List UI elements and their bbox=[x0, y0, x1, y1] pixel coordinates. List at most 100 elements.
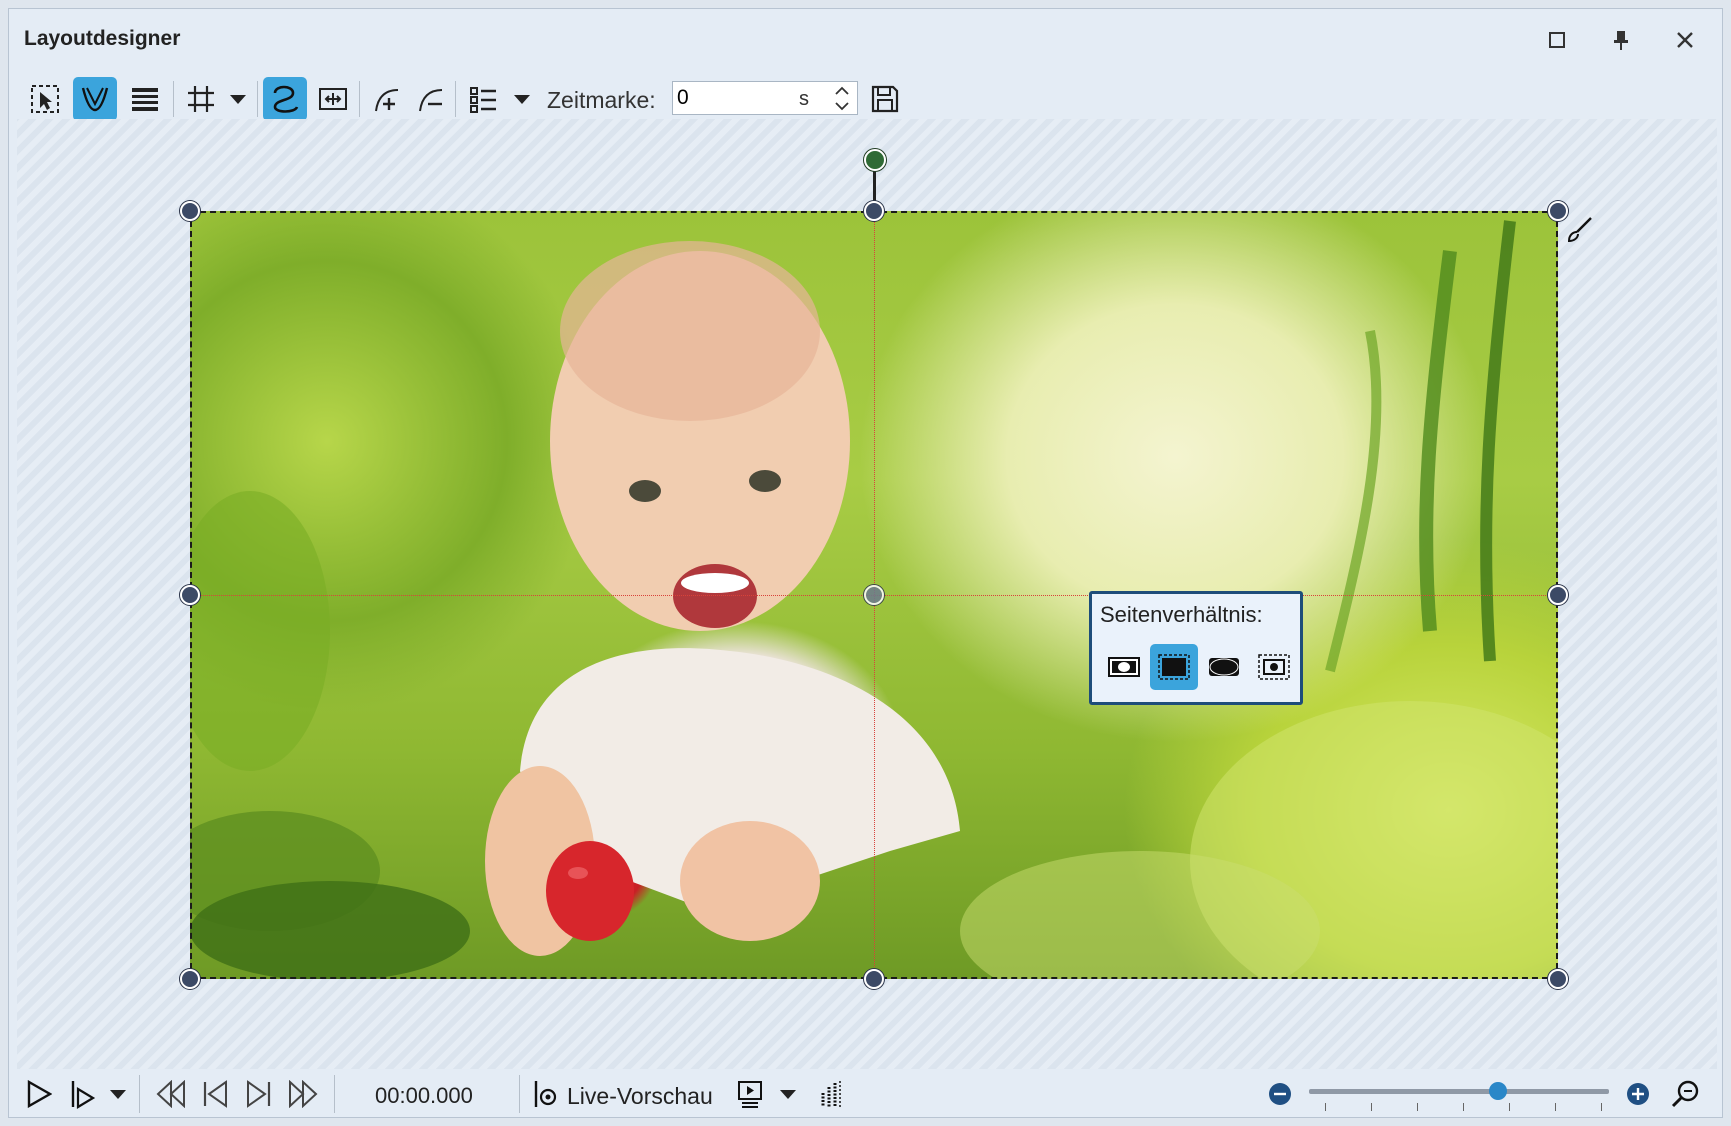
zeitmarke-decrement-button[interactable] bbox=[831, 99, 853, 114]
toolbar-separator bbox=[359, 81, 360, 117]
pin-button[interactable] bbox=[1601, 23, 1641, 57]
bar-separator bbox=[519, 1075, 520, 1113]
resize-handle-top[interactable] bbox=[864, 201, 884, 221]
resize-handle-bottom-left[interactable] bbox=[180, 969, 200, 989]
resize-handle-right[interactable] bbox=[1548, 585, 1568, 605]
grid-icon bbox=[188, 86, 214, 112]
live-preview-toggle[interactable] bbox=[529, 1073, 563, 1115]
toolbar-separator bbox=[173, 81, 174, 117]
play-from-button[interactable] bbox=[63, 1073, 103, 1115]
skip-back-icon bbox=[203, 1080, 227, 1108]
chevron-down-icon bbox=[230, 95, 246, 104]
resize-handle-bottom-right[interactable] bbox=[1548, 969, 1568, 989]
frame-move-button[interactable] bbox=[311, 77, 355, 121]
remove-point-button[interactable] bbox=[409, 77, 453, 121]
zoom-tick bbox=[1325, 1103, 1326, 1111]
save-icon bbox=[871, 85, 899, 113]
zoom-in-icon bbox=[1627, 1083, 1649, 1105]
list-icon bbox=[470, 87, 496, 113]
play-from-icon bbox=[71, 1081, 96, 1109]
previous-frame-button[interactable] bbox=[195, 1073, 235, 1115]
zeitmarke-label: Zeitmarke: bbox=[547, 87, 656, 113]
aspect-ratio-popup: Seitenverhältnis: bbox=[1089, 591, 1303, 705]
grid-dropdown-button[interactable] bbox=[225, 77, 251, 121]
zeitmarke-increment-button[interactable] bbox=[831, 83, 853, 98]
chevron-down-icon bbox=[780, 1090, 796, 1099]
list-button[interactable] bbox=[461, 77, 505, 121]
title-bar: Layoutdesigner bbox=[9, 9, 1722, 71]
align-lines-icon bbox=[132, 88, 158, 111]
zoom-slider-thumb[interactable] bbox=[1489, 1082, 1507, 1100]
toolbar-separator bbox=[257, 81, 258, 117]
window-title: Layoutdesigner bbox=[24, 27, 181, 50]
chevron-down-icon bbox=[110, 1090, 126, 1099]
toolbar-separator bbox=[455, 81, 456, 117]
layout-canvas[interactable]: Seitenverhältnis: bbox=[17, 119, 1717, 1069]
resize-handle-left[interactable] bbox=[180, 585, 200, 605]
center-handle[interactable] bbox=[864, 585, 884, 605]
select-area-icon bbox=[31, 85, 59, 113]
chevron-down-icon bbox=[835, 102, 849, 111]
aspect-ratio-stretch-button[interactable] bbox=[1200, 644, 1248, 690]
zoom-slider-track[interactable] bbox=[1309, 1089, 1609, 1094]
add-point-icon bbox=[375, 89, 399, 112]
chevron-down-icon bbox=[514, 95, 530, 104]
aspect-ratio-fill-button[interactable] bbox=[1150, 644, 1198, 690]
aspect-custom-icon bbox=[1258, 654, 1290, 680]
align-button[interactable] bbox=[123, 77, 167, 121]
audio-meter-button[interactable] bbox=[811, 1073, 851, 1115]
rewind-icon bbox=[156, 1080, 185, 1108]
add-point-button[interactable] bbox=[365, 77, 409, 121]
skip-forward-icon bbox=[247, 1080, 271, 1108]
close-button[interactable] bbox=[1665, 23, 1705, 57]
aspect-ratio-title: Seitenverhältnis: bbox=[1100, 602, 1263, 627]
live-preview-label[interactable]: Live-Vorschau bbox=[567, 1083, 713, 1110]
maximize-button[interactable] bbox=[1537, 23, 1577, 57]
next-frame-button[interactable] bbox=[239, 1073, 279, 1115]
play-icon bbox=[27, 1080, 52, 1108]
grid-button[interactable] bbox=[179, 77, 223, 121]
layoutdesigner-window: Layoutdesigner Zeitmarke: 0 s Seitenverh… bbox=[8, 8, 1723, 1118]
zeitmarke-unit: s bbox=[799, 88, 809, 110]
fast-forward-icon bbox=[289, 1080, 318, 1108]
zoom-fit-button[interactable] bbox=[1665, 1073, 1705, 1115]
resize-handle-bottom[interactable] bbox=[864, 969, 884, 989]
rewind-button[interactable] bbox=[151, 1073, 191, 1115]
fast-forward-button[interactable] bbox=[283, 1073, 323, 1115]
maximize-icon bbox=[1549, 32, 1565, 48]
path-curve-button[interactable] bbox=[73, 77, 117, 121]
preview-options-dropdown[interactable] bbox=[775, 1073, 801, 1115]
zeitmarke-field: s bbox=[672, 81, 858, 115]
zoom-in-button[interactable] bbox=[1625, 1073, 1651, 1115]
list-dropdown-button[interactable] bbox=[509, 77, 535, 121]
aspect-ratio-custom-button[interactable] bbox=[1250, 644, 1298, 690]
frame-move-icon bbox=[319, 88, 347, 110]
monitor-play-icon bbox=[738, 1081, 762, 1108]
motion-path-button[interactable] bbox=[263, 77, 307, 121]
aspect-ratio-original-button[interactable] bbox=[1100, 644, 1148, 690]
zoom-tick bbox=[1417, 1103, 1418, 1111]
brush-icon[interactable] bbox=[1565, 215, 1595, 245]
pin-icon bbox=[1614, 31, 1628, 50]
play-options-dropdown[interactable] bbox=[105, 1073, 131, 1115]
zoom-out-icon bbox=[1269, 1083, 1291, 1105]
zoom-tick bbox=[1463, 1103, 1464, 1111]
bar-separator bbox=[139, 1075, 140, 1113]
select-tool-button[interactable] bbox=[23, 77, 67, 121]
play-button[interactable] bbox=[19, 1073, 59, 1115]
preview-output-button[interactable] bbox=[731, 1073, 771, 1115]
magnifier-icon bbox=[1671, 1080, 1699, 1108]
curve-path-icon bbox=[81, 87, 109, 112]
aspect-stretch-icon bbox=[1209, 658, 1239, 676]
zoom-out-button[interactable] bbox=[1267, 1073, 1293, 1115]
resize-handle-top-left[interactable] bbox=[180, 201, 200, 221]
save-button[interactable] bbox=[863, 77, 907, 121]
chevron-up-icon bbox=[835, 86, 849, 95]
zoom-tick bbox=[1371, 1103, 1372, 1111]
rotation-handle[interactable] bbox=[864, 149, 886, 171]
level-meter-icon bbox=[821, 1081, 841, 1107]
zeitmarke-input[interactable] bbox=[677, 84, 777, 112]
playback-bar: 00:00.000 Live-Vorschau bbox=[9, 1071, 1722, 1119]
zoom-tick bbox=[1509, 1103, 1510, 1111]
aspect-fill-icon bbox=[1158, 654, 1190, 680]
